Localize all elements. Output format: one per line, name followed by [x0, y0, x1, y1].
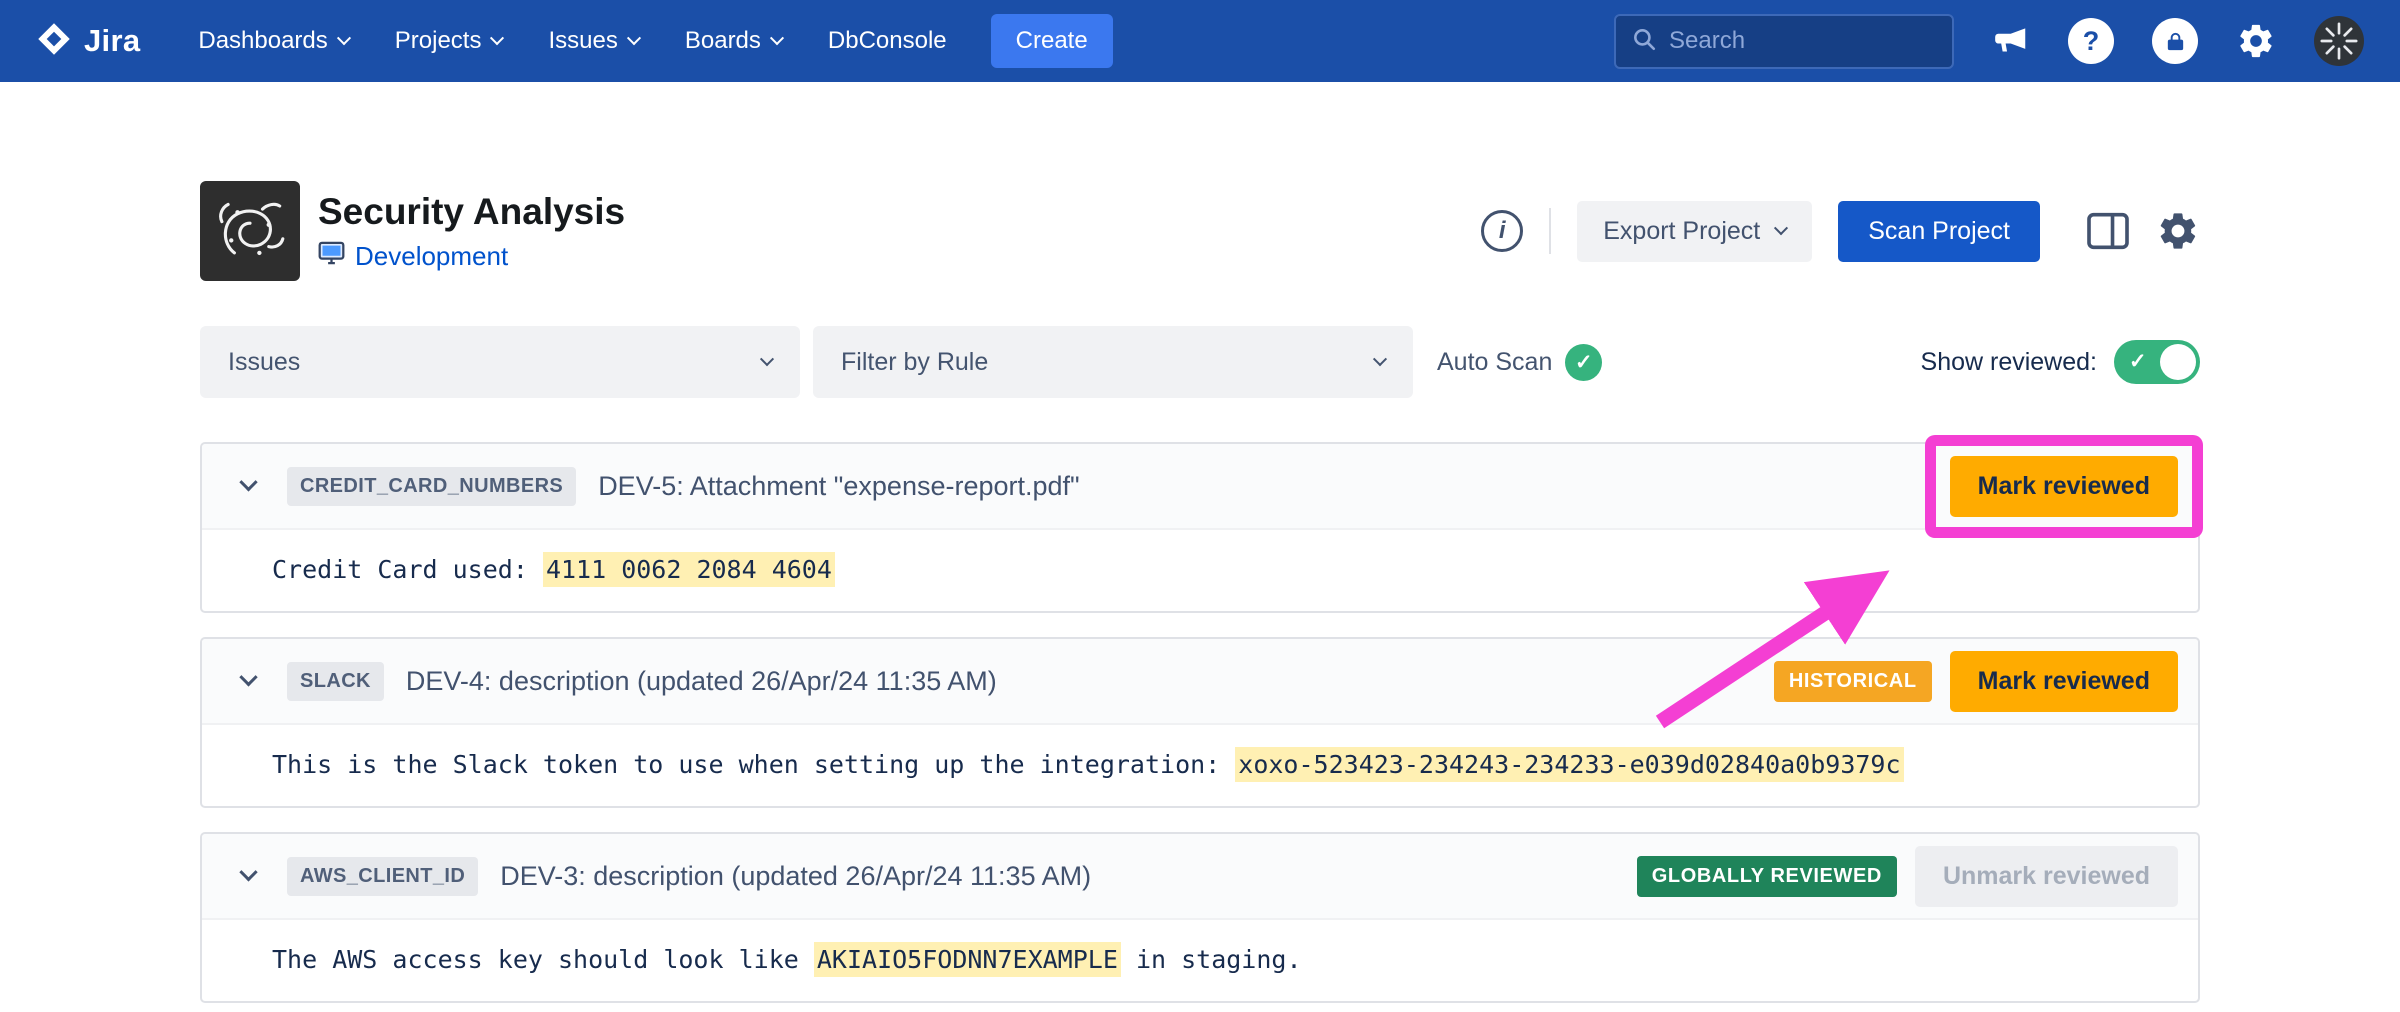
info-icon[interactable]: i [1481, 210, 1523, 252]
divider [1549, 208, 1551, 254]
issues-dropdown[interactable]: Issues [200, 326, 800, 398]
historical-badge: HISTORICAL [1774, 661, 1932, 702]
page-title: Security Analysis [318, 191, 625, 233]
finding-actions: HISTORICAL Mark reviewed [1774, 651, 2178, 712]
filter-by-rule-dropdown[interactable]: Filter by Rule [813, 326, 1413, 398]
auto-scan-check-icon: ✓ [1565, 344, 1602, 381]
jira-logo-icon [36, 21, 72, 62]
export-project-label: Export Project [1603, 217, 1760, 246]
monitor-icon [318, 241, 345, 271]
help-icon[interactable]: ? [2068, 18, 2114, 64]
nav-item-dashboards[interactable]: Dashboards [198, 27, 348, 55]
collapse-chevron-icon[interactable] [236, 669, 261, 694]
search-icon [1631, 26, 1657, 57]
rule-badge: CREDIT_CARD_NUMBERS [287, 467, 576, 506]
finding-card-dev4: SLACK DEV-4: description (updated 26/Apr… [200, 637, 2200, 808]
project-avatar [200, 181, 300, 281]
findings-list: CREDIT_CARD_NUMBERS DEV-5: Attachment "e… [200, 442, 2200, 1003]
mark-reviewed-button[interactable]: Mark reviewed [1950, 651, 2178, 712]
show-reviewed-control: Show reviewed: ✓ [1921, 340, 2200, 384]
finding-actions: GLOBALLY REVIEWED Unmark reviewed [1637, 846, 2178, 907]
finding-text: The AWS access key should look like [272, 945, 814, 974]
finding-text: Credit Card used: [272, 555, 543, 584]
secret-value: AKIAIO5FODNN7EXAMPLE [814, 942, 1121, 977]
brand-name: Jira [84, 23, 140, 59]
detail-view-icon[interactable] [2086, 212, 2130, 250]
rule-dropdown-value: Filter by Rule [841, 348, 988, 377]
search-input[interactable] [1669, 27, 1937, 55]
finding-header: AWS_CLIENT_ID DEV-3: description (update… [202, 834, 2198, 920]
rule-badge: SLACK [287, 662, 384, 701]
nav-item-label: Dashboards [198, 27, 327, 55]
chevron-down-icon [1373, 352, 1387, 366]
rule-badge: AWS_CLIENT_ID [287, 857, 478, 896]
top-navbar: Jira Dashboards Projects Issues Boards D… [0, 0, 2400, 82]
scan-project-button[interactable]: Scan Project [1838, 201, 2040, 262]
project-header: Security Analysis Development i Export P… [200, 181, 2200, 281]
announcements-icon[interactable] [1992, 22, 2030, 60]
nav-item-projects[interactable]: Projects [395, 27, 503, 55]
nav-item-issues[interactable]: Issues [548, 27, 638, 55]
project-meta: Security Analysis Development [318, 191, 625, 272]
secret-value: xoxo-523423-234243-234233-e039d02840a0b9… [1235, 747, 1903, 782]
finding-header: CREDIT_CARD_NUMBERS DEV-5: Attachment "e… [202, 444, 2198, 530]
collapse-chevron-icon[interactable] [236, 474, 261, 499]
issues-dropdown-value: Issues [228, 348, 300, 377]
finding-title: DEV-5: Attachment "expense-report.pdf" [598, 471, 1079, 502]
nav-item-boards[interactable]: Boards [685, 27, 782, 55]
page-settings-gear-icon[interactable] [2156, 209, 2200, 253]
collapse-chevron-icon[interactable] [236, 864, 261, 889]
chevron-down-icon [760, 352, 774, 366]
lock-icon[interactable] [2152, 18, 2198, 64]
navbar-icons: ? [1992, 16, 2364, 66]
chevron-down-icon [627, 31, 641, 45]
nav-item-label: Issues [548, 27, 617, 55]
finding-card-dev3: AWS_CLIENT_ID DEV-3: description (update… [200, 832, 2200, 1003]
mark-reviewed-button[interactable]: Mark reviewed [1950, 456, 2178, 517]
finding-body: Credit Card used: 4111 0062 2084 4604 [202, 530, 2198, 611]
chevron-down-icon [770, 31, 784, 45]
toggle-check-icon: ✓ [2129, 349, 2147, 374]
annotation-highlight-box: Mark reviewed [1950, 456, 2178, 517]
finding-text: in staging. [1121, 945, 1302, 974]
export-project-button[interactable]: Export Project [1577, 201, 1812, 262]
nav-item-dbconsole[interactable]: DbConsole [828, 27, 947, 55]
search-box[interactable] [1614, 14, 1954, 69]
finding-body: The AWS access key should look like AKIA… [202, 920, 2198, 1001]
settings-icon[interactable] [2236, 21, 2276, 61]
auto-scan-status: Auto Scan ✓ [1437, 344, 1602, 381]
finding-text: This is the Slack token to use when sett… [272, 750, 1235, 779]
main-content: Security Analysis Development i Export P… [200, 181, 2200, 1003]
toggle-knob [2160, 344, 2196, 380]
chevron-down-icon [337, 31, 351, 45]
nav-item-label: Projects [395, 27, 482, 55]
user-avatar[interactable] [2314, 16, 2364, 66]
chevron-down-icon [1774, 221, 1788, 235]
auto-scan-label: Auto Scan [1437, 348, 1552, 377]
secret-value: 4111 0062 2084 4604 [543, 552, 835, 587]
finding-header: SLACK DEV-4: description (updated 26/Apr… [202, 639, 2198, 725]
finding-body: This is the Slack token to use when sett… [202, 725, 2198, 806]
project-link[interactable]: Development [355, 241, 508, 272]
nav-item-label: Boards [685, 27, 761, 55]
unmark-reviewed-button[interactable]: Unmark reviewed [1915, 846, 2178, 907]
chevron-down-icon [490, 31, 504, 45]
main-navigation: Dashboards Projects Issues Boards DbCons… [198, 27, 946, 55]
finding-actions: Mark reviewed [1950, 456, 2178, 517]
globally-reviewed-badge: GLOBALLY REVIEWED [1637, 856, 1897, 897]
show-reviewed-toggle[interactable]: ✓ [2114, 340, 2200, 384]
finding-title: DEV-4: description (updated 26/Apr/24 11… [406, 666, 997, 697]
project-actions: i Export Project Scan Project [1481, 201, 2200, 262]
finding-title: DEV-3: description (updated 26/Apr/24 11… [500, 861, 1091, 892]
show-reviewed-label: Show reviewed: [1921, 348, 2097, 377]
create-button[interactable]: Create [991, 14, 1113, 68]
finding-card-dev5: CREDIT_CARD_NUMBERS DEV-5: Attachment "e… [200, 442, 2200, 613]
jira-logo[interactable]: Jira [36, 21, 140, 62]
filter-bar: Issues Filter by Rule Auto Scan ✓ Show r… [200, 326, 2200, 398]
nav-item-label: DbConsole [828, 27, 947, 55]
